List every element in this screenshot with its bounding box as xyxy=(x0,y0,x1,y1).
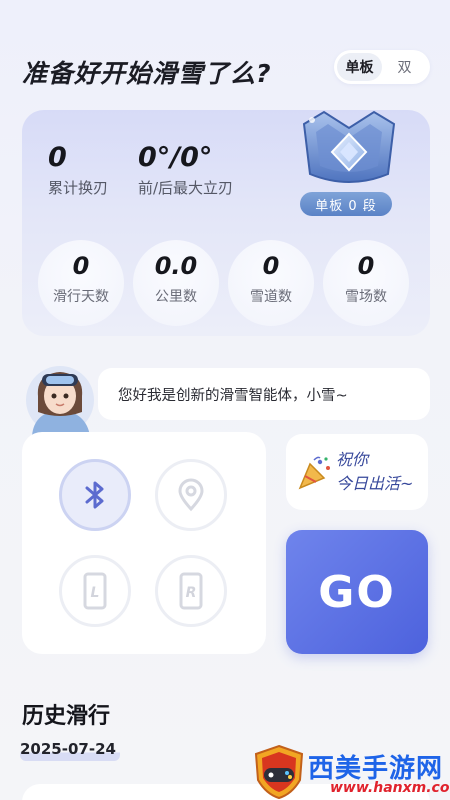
edge-changes-value: 0 xyxy=(48,142,67,173)
watermark: 西美手游网 www.hanxm.com xyxy=(250,744,450,800)
greeting-card[interactable]: 祝你 今日出活~ xyxy=(286,434,428,510)
ski-days-stat: 0 滑行天数 xyxy=(38,240,124,326)
right-board-icon: R xyxy=(179,572,203,610)
resorts-value: 0 xyxy=(357,252,375,280)
ski-mode-toggle[interactable]: 单板 双 xyxy=(334,50,430,84)
resorts-label: 雪场数 xyxy=(345,289,387,305)
mode-option-double-ski[interactable]: 双 xyxy=(382,53,427,81)
right-board-button[interactable]: R xyxy=(155,555,227,627)
left-board-icon: L xyxy=(83,572,107,610)
greeting-line-1: 祝你 xyxy=(336,450,369,469)
assistant-avatar[interactable] xyxy=(22,362,102,436)
gamepad-shield-logo xyxy=(254,744,304,800)
kilometers-value: 0.0 xyxy=(154,252,198,280)
page-title: 准备好开始滑雪了么? xyxy=(22,59,272,88)
history-date[interactable]: 2025-07-24 xyxy=(20,740,120,761)
ski-days-value: 0 xyxy=(72,252,90,280)
greeting-text: 祝你 今日出活~ xyxy=(336,448,413,496)
watermark-url: www.hanxm.com xyxy=(330,780,450,796)
max-edge-stat: 0°/0° 前/后最大立刃 xyxy=(138,142,233,198)
bluetooth-button[interactable] xyxy=(59,459,131,531)
party-popper-icon xyxy=(298,456,330,490)
right-board-letter: R xyxy=(186,585,197,601)
rank-badge: 单板 0 段 xyxy=(300,192,392,216)
location-pin-icon xyxy=(178,478,204,512)
edge-changes-stat: 0 累计换刃 xyxy=(48,142,108,198)
max-edge-value: 0°/0° xyxy=(138,142,213,173)
location-button[interactable] xyxy=(155,459,227,531)
stats-card: 0 累计换刃 0°/0° 前/后最大立刃 单板 0 段 0 滑行天数 0.0 公… xyxy=(22,110,430,336)
resorts-stat: 0 雪场数 xyxy=(323,240,409,326)
greeting-line-2: 今日出活~ xyxy=(336,474,414,493)
mode-option-snowboard[interactable]: 单板 xyxy=(337,53,382,81)
kilometers-stat: 0.0 公里数 xyxy=(133,240,219,326)
history-title: 历史滑行 xyxy=(22,704,111,729)
device-panel: L R xyxy=(22,432,266,654)
trails-value: 0 xyxy=(262,252,280,280)
trails-stat: 0 雪道数 xyxy=(228,240,314,326)
header: 准备好开始滑雪了么? 单板 双 xyxy=(22,48,430,88)
go-button[interactable]: GO xyxy=(286,530,428,654)
bluetooth-icon xyxy=(85,481,104,509)
left-board-button[interactable]: L xyxy=(59,555,131,627)
trails-label: 雪道数 xyxy=(250,289,292,305)
kilometers-label: 公里数 xyxy=(155,289,197,305)
assistant-section[interactable]: 您好我是创新的滑雪智能体，小雪~ xyxy=(22,362,430,436)
assistant-message[interactable]: 您好我是创新的滑雪智能体，小雪~ xyxy=(98,368,430,420)
max-edge-label: 前/后最大立刃 xyxy=(138,179,234,197)
edge-changes-label: 累计换刃 xyxy=(48,179,109,197)
ski-days-label: 滑行天数 xyxy=(53,289,109,305)
left-board-letter: L xyxy=(91,585,100,601)
